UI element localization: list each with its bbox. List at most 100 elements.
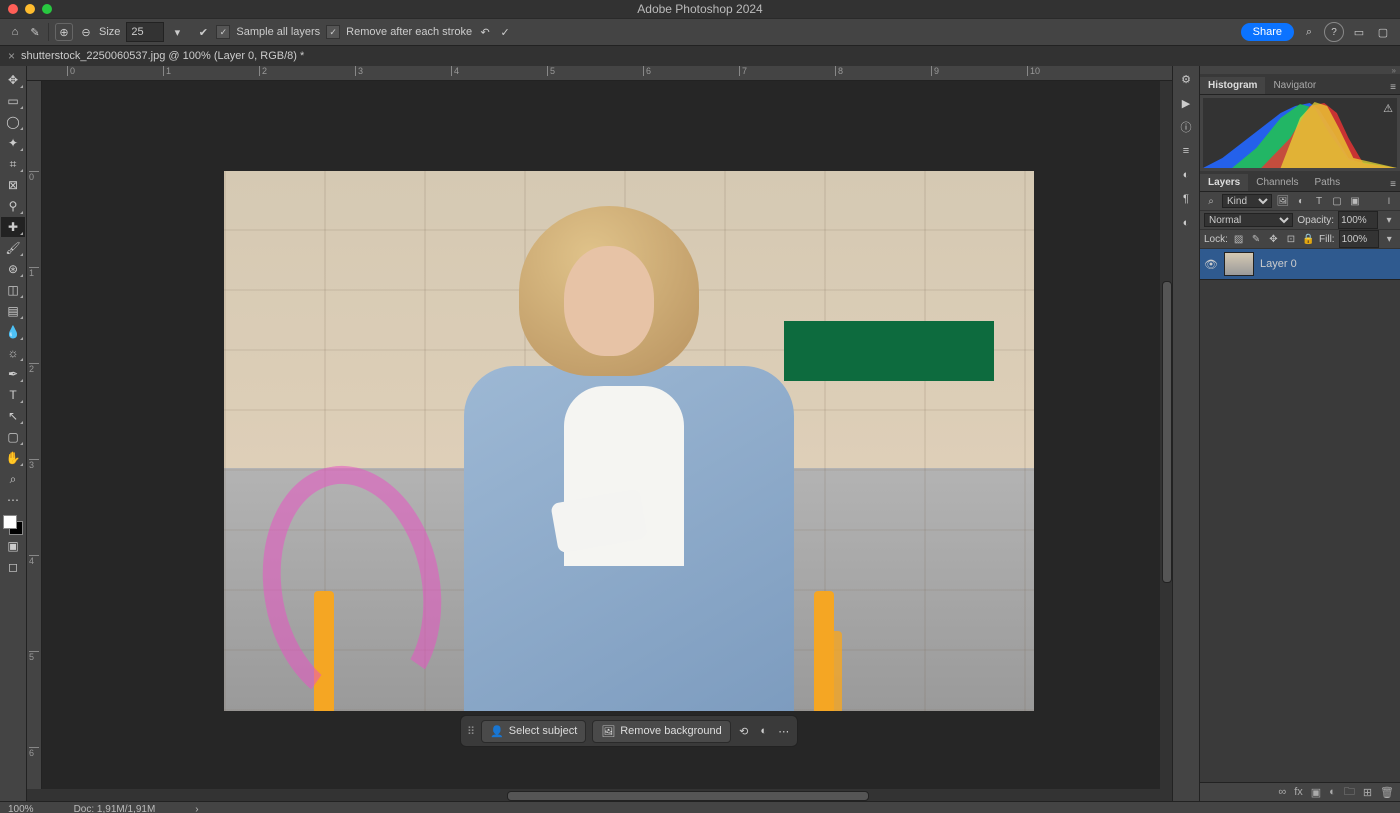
group-icon[interactable]: 🗀 <box>1344 783 1355 802</box>
transform-icon[interactable]: ⟲ <box>737 724 751 738</box>
settings-panel-icon[interactable]: ⚙ <box>1179 72 1193 86</box>
info-panel-icon[interactable]: ⓘ <box>1179 120 1193 134</box>
fill-input[interactable] <box>1339 230 1379 248</box>
more-options-icon[interactable]: ⋯ <box>777 724 791 738</box>
layer-item[interactable]: 👁 Layer 0 <box>1200 249 1400 280</box>
type-tool[interactable]: T <box>1 385 25 405</box>
blend-mode-select[interactable]: Normal <box>1204 213 1293 227</box>
maximize-window-button[interactable] <box>42 4 52 14</box>
zoom-tool[interactable]: ⌕ <box>1 469 25 489</box>
quick-mask-toggle[interactable]: ▣ <box>1 536 25 556</box>
adjust-icon[interactable]: ◐ <box>757 724 771 738</box>
brush-add-mode[interactable]: ⊕ <box>55 23 73 41</box>
adjustment-layer-icon[interactable]: ◐ <box>1329 786 1336 798</box>
fx-icon[interactable]: fx <box>1294 786 1303 798</box>
gradient-tool[interactable]: ▤ <box>1 301 25 321</box>
share-button[interactable]: Share <box>1241 23 1294 41</box>
lock-artboard-icon[interactable]: ⊡ <box>1284 232 1297 246</box>
minimize-window-button[interactable] <box>25 4 35 14</box>
shape-tool[interactable]: ▢ <box>1 427 25 447</box>
layer-visibility-icon[interactable]: 👁 <box>1204 258 1218 271</box>
dodge-tool[interactable]: ☼ <box>1 343 25 363</box>
document-tab[interactable]: × shutterstock_2250060537.jpg @ 100% (La… <box>0 46 312 66</box>
screen-mode-tool[interactable]: ◻ <box>1 557 25 577</box>
stamp-tool[interactable]: ⊛ <box>1 259 25 279</box>
filter-pixel-icon[interactable]: 🖼 <box>1276 194 1290 208</box>
undo-stroke-icon[interactable]: ↶ <box>478 25 492 39</box>
pen-tool[interactable]: ✒ <box>1 364 25 384</box>
grip-icon[interactable]: ⠿ <box>467 725 475 738</box>
hand-tool[interactable]: ✋ <box>1 448 25 468</box>
remove-tool[interactable]: ✚ <box>1 217 25 237</box>
link-layers-icon[interactable]: ∞ <box>1278 786 1286 798</box>
brush-subtract-mode[interactable]: ⊖ <box>79 25 93 39</box>
stroke-settings-icon[interactable]: ✔ <box>196 25 210 39</box>
filter-smart-icon[interactable]: ▣ <box>1348 194 1362 208</box>
canvas-viewport[interactable]: ⠿ 👤 Select subject 🖼 Remove background ⟲… <box>42 81 1172 789</box>
layer-thumbnail[interactable] <box>1224 252 1254 276</box>
size-caret-icon[interactable]: ▾ <box>170 25 184 39</box>
channels-tab[interactable]: Channels <box>1248 174 1306 191</box>
doc-size[interactable]: Doc: 1,91M/1,91M <box>74 804 156 813</box>
current-tool-icon[interactable]: ✎ <box>28 25 42 39</box>
foreground-background-colors[interactable] <box>3 515 23 535</box>
histogram-tab[interactable]: Histogram <box>1200 77 1265 94</box>
select-subject-button[interactable]: 👤 Select subject <box>481 720 586 743</box>
screen-mode-icon[interactable]: ▢ <box>1374 23 1392 41</box>
color-panel-icon[interactable]: ◐ <box>1179 216 1193 230</box>
navigator-tab[interactable]: Navigator <box>1265 77 1324 94</box>
close-window-button[interactable] <box>8 4 18 14</box>
frame-tool[interactable]: ⊠ <box>1 175 25 195</box>
layers-tab[interactable]: Layers <box>1200 174 1248 191</box>
mask-icon[interactable]: ▣ <box>1311 786 1321 799</box>
lasso-tool[interactable]: ◯ <box>1 112 25 132</box>
caret-icon[interactable]: ▾ <box>1382 213 1396 227</box>
path-select-tool[interactable]: ↖ <box>1 406 25 426</box>
move-tool[interactable]: ✥ <box>1 70 25 90</box>
horizontal-scrollbar[interactable] <box>27 789 1172 801</box>
close-tab-icon[interactable]: × <box>8 49 15 63</box>
commit-stroke-icon[interactable]: ✓ <box>498 25 512 39</box>
lock-pixels-icon[interactable]: ✎ <box>1249 232 1262 246</box>
blur-tool[interactable]: 💧 <box>1 322 25 342</box>
paragraph-panel-icon[interactable]: ¶ <box>1179 192 1193 206</box>
remove-after-stroke-checkbox[interactable]: ✓ <box>326 25 340 39</box>
eyedropper-tool[interactable]: ⚲ <box>1 196 25 216</box>
filter-adjust-icon[interactable]: ◐ <box>1294 194 1308 208</box>
filter-toggle-icon[interactable]: ⏽ <box>1382 194 1396 208</box>
lock-transparency-icon[interactable]: ▨ <box>1232 232 1245 246</box>
brush-tool[interactable]: 🖌 <box>1 238 25 258</box>
status-chevron-icon[interactable]: › <box>195 804 198 813</box>
help-icon[interactable]: ? <box>1324 22 1344 42</box>
marquee-tool[interactable]: ▭ <box>1 91 25 111</box>
properties-panel-icon[interactable]: ≡ <box>1179 144 1193 158</box>
collapse-dock-icon[interactable]: » <box>1200 66 1400 74</box>
actions-panel-icon[interactable]: ▶ <box>1179 96 1193 110</box>
lock-position-icon[interactable]: ✥ <box>1267 232 1280 246</box>
wand-tool[interactable]: ✦ <box>1 133 25 153</box>
panel-menu-icon[interactable]: ≡ <box>1386 80 1400 94</box>
filter-text-icon[interactable]: T <box>1312 194 1326 208</box>
panel-menu-icon[interactable]: ≡ <box>1386 177 1400 191</box>
search-icon[interactable]: ⌕ <box>1300 23 1318 41</box>
eraser-tool[interactable]: ◫ <box>1 280 25 300</box>
remove-background-button[interactable]: 🖼 Remove background <box>592 720 730 743</box>
vertical-scrollbar[interactable] <box>1160 81 1172 789</box>
brush-size-input[interactable] <box>126 22 164 42</box>
filter-shape-icon[interactable]: ▢ <box>1330 194 1344 208</box>
adjustments-panel-icon[interactable]: ◐ <box>1179 168 1193 182</box>
histogram-warning-icon[interactable]: ⚠ <box>1383 102 1393 115</box>
paths-tab[interactable]: Paths <box>1307 174 1349 191</box>
edit-toolbar[interactable]: ⋯ <box>1 490 25 510</box>
workspace-switcher-icon[interactable]: ▭ <box>1350 23 1368 41</box>
delete-layer-icon[interactable]: 🗑 <box>1380 786 1394 799</box>
layer-filter-select[interactable]: Kind <box>1222 194 1272 208</box>
layer-name[interactable]: Layer 0 <box>1260 258 1297 270</box>
new-layer-icon[interactable]: ⊞ <box>1363 786 1372 799</box>
zoom-level[interactable]: 100% <box>8 804 34 813</box>
lock-all-icon[interactable]: 🔒 <box>1302 232 1315 246</box>
crop-tool[interactable]: ⌗ <box>1 154 25 174</box>
opacity-input[interactable] <box>1338 211 1378 229</box>
home-button[interactable]: ⌂ <box>8 25 22 39</box>
caret-icon[interactable]: ▾ <box>1383 232 1396 246</box>
